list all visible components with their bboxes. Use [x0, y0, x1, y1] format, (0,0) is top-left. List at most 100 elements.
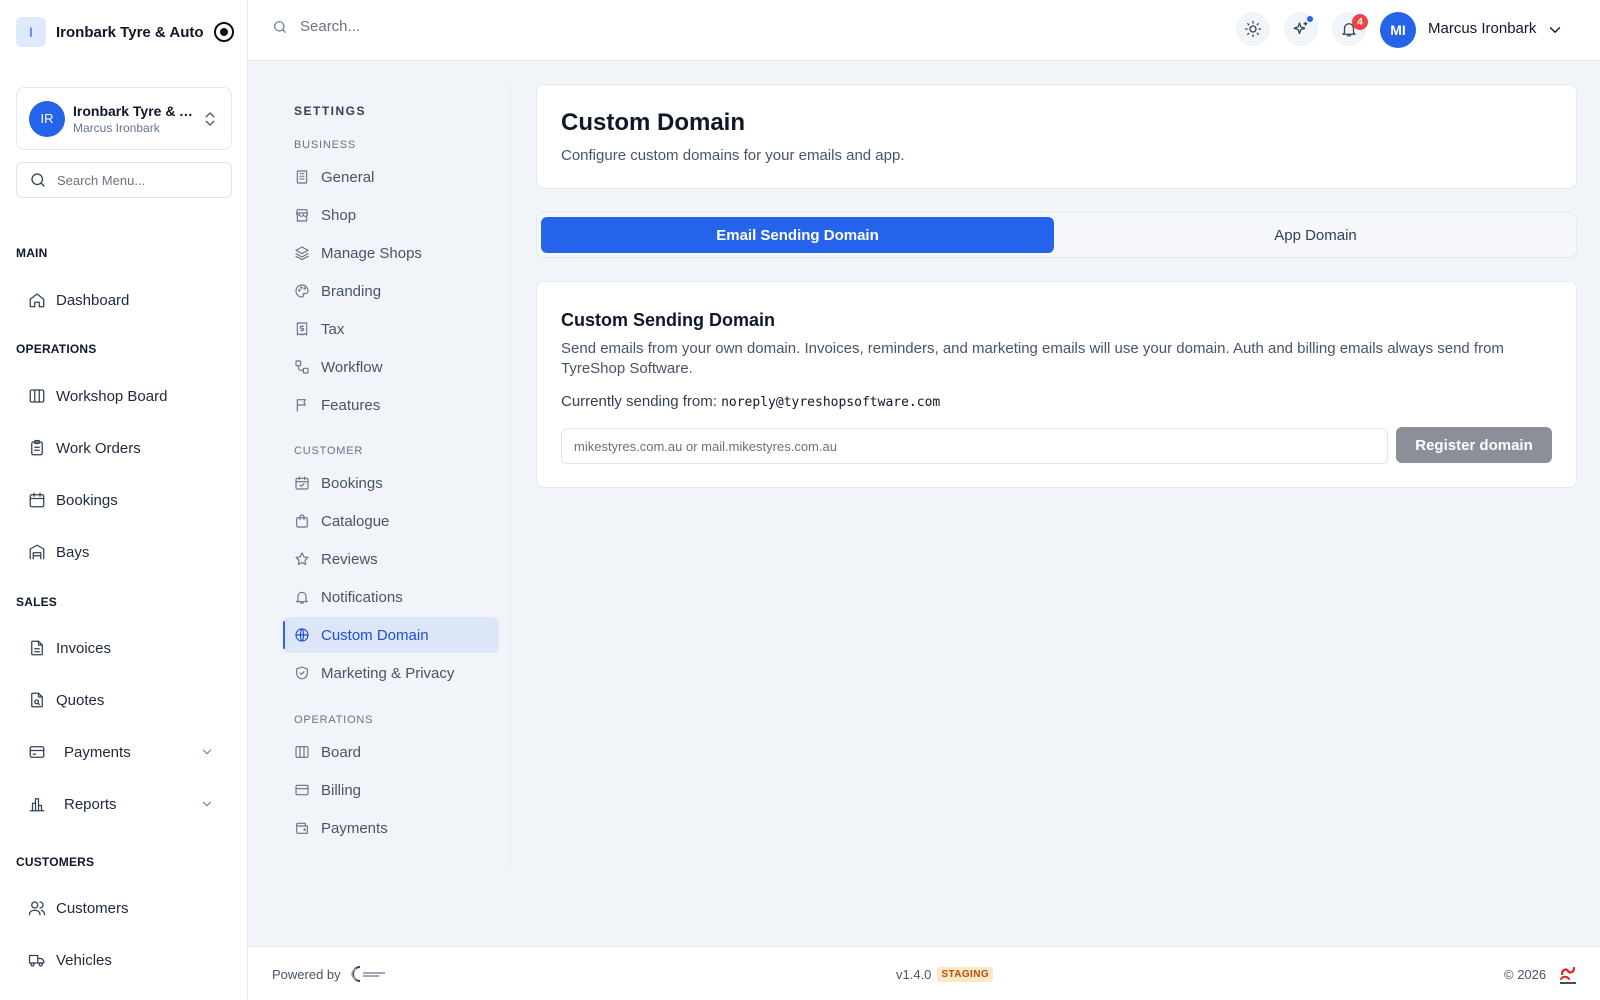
settings-nav: SETTINGS BUSINESS General Shop Manage Sh…: [283, 84, 511, 867]
sidebar-item-label: Reports: [64, 795, 117, 813]
global-search[interactable]: [272, 18, 600, 35]
sidebar-item-reports[interactable]: Reports: [28, 790, 228, 818]
settings-item-label: General: [321, 168, 375, 186]
domain-input[interactable]: [561, 428, 1388, 464]
provider-logo-icon[interactable]: [348, 963, 388, 985]
sidebar-item-label: Payments: [64, 743, 131, 761]
settings-item-general[interactable]: General: [283, 159, 499, 195]
global-search-input[interactable]: [300, 18, 600, 35]
powered-by-label: Powered by: [272, 967, 341, 982]
brand-mark-icon: [1560, 966, 1576, 984]
register-domain-button[interactable]: Register domain: [1396, 427, 1552, 463]
sidebar-toggle-icon[interactable]: [214, 22, 234, 42]
globe-icon: [295, 628, 309, 642]
settings-item-label: Manage Shops: [321, 244, 422, 262]
page-subtitle: Configure custom domains for your emails…: [561, 147, 905, 164]
settings-group-customer: CUSTOMER: [294, 445, 364, 457]
settings-item-billing[interactable]: Billing: [283, 772, 499, 808]
chevron-down-icon[interactable]: [1546, 21, 1564, 39]
settings-item-branding[interactable]: Branding: [283, 273, 499, 309]
ai-assistant-button[interactable]: [1284, 12, 1318, 46]
columns-icon: [295, 746, 309, 758]
settings-item-bookings[interactable]: Bookings: [283, 465, 499, 501]
sidebar-item-label: Invoices: [56, 639, 112, 657]
settings-item-label: Tax: [321, 320, 345, 338]
flag-icon: [296, 399, 306, 412]
settings-item-notifications[interactable]: Notifications: [283, 579, 499, 615]
settings-title: SETTINGS: [294, 104, 367, 118]
top-bar: 4 MI Marcus Ironbark: [248, 0, 1600, 61]
credit-card-icon: [295, 784, 309, 796]
tab-app-domain[interactable]: App Domain: [1058, 217, 1573, 253]
section-title: Custom Sending Domain: [561, 310, 776, 330]
app-sidebar: I Ironbark Tyre & Auto IR Ironbark Tyre …: [0, 0, 248, 1000]
settings-item-features[interactable]: Features: [283, 387, 499, 423]
sidebar-item-label: Bookings: [56, 491, 118, 509]
sidebar-item-label: Quotes: [56, 691, 105, 709]
sidebar-item-bookings[interactable]: Bookings: [28, 486, 228, 514]
sidebar-item-workshop-board[interactable]: Workshop Board: [28, 382, 228, 410]
notifications-button[interactable]: 4: [1332, 12, 1368, 46]
settings-item-label: Marketing & Privacy: [321, 664, 455, 682]
chevron-down-icon[interactable]: [200, 745, 214, 759]
menu-search[interactable]: [16, 162, 232, 198]
settings-item-label: Branding: [321, 282, 382, 300]
file-text-icon: [31, 640, 43, 656]
user-name[interactable]: Marcus Ironbark: [1428, 20, 1536, 37]
menu-search-input[interactable]: [57, 172, 207, 188]
sidebar-item-work-orders[interactable]: Work Orders: [28, 434, 228, 462]
warehouse-icon: [29, 544, 45, 560]
domain-tabs: Email Sending Domain App Domain: [536, 212, 1577, 258]
sidebar-item-quotes[interactable]: Quotes: [28, 686, 228, 714]
settings-item-shop[interactable]: Shop: [283, 197, 499, 233]
brand-logo: I: [16, 17, 46, 47]
shop-owner: Marcus Ironbark: [73, 120, 160, 135]
settings-item-custom-domain[interactable]: Custom Domain: [283, 617, 499, 653]
settings-item-board[interactable]: Board: [283, 734, 499, 770]
current-sender: Currently sending from: noreply@tyreshop…: [561, 393, 940, 410]
sidebar-item-bays[interactable]: Bays: [28, 538, 228, 566]
sidebar-item-label: Dashboard: [56, 291, 130, 309]
section-description: Send emails from your own domain. Invoic…: [561, 340, 1504, 377]
settings-item-label: Catalogue: [321, 512, 390, 530]
sidebar-item-label: Vehicles: [56, 951, 112, 969]
settings-item-label: Custom Domain: [321, 626, 429, 644]
status-dot: [1307, 16, 1313, 22]
settings-item-manage-shops[interactable]: Manage Shops: [283, 235, 499, 271]
nav-section-operations: OPERATIONS: [16, 342, 97, 356]
tab-email-sending-domain[interactable]: Email Sending Domain: [541, 217, 1054, 253]
clipboard-icon: [31, 439, 43, 456]
search-icon: [31, 173, 45, 187]
version-number: v1.4.0: [896, 967, 932, 982]
users-icon: [28, 901, 46, 916]
sidebar-item-label: Workshop Board: [56, 387, 168, 405]
settings-item-payments[interactable]: Payments: [283, 810, 499, 846]
settings-group-operations: OPERATIONS: [294, 714, 374, 726]
settings-item-workflow[interactable]: Workflow: [283, 349, 499, 385]
chevron-down-icon[interactable]: [200, 797, 214, 811]
sidebar-item-invoices[interactable]: Invoices: [28, 634, 228, 662]
settings-item-tax[interactable]: Tax: [283, 311, 499, 347]
page-title: Custom Domain: [561, 109, 746, 136]
settings-item-reviews[interactable]: Reviews: [283, 541, 499, 577]
custom-sending-domain-card: Custom Sending Domain Send emails from y…: [536, 281, 1577, 488]
theme-toggle-button[interactable]: [1236, 12, 1270, 46]
sidebar-item-customers[interactable]: Customers: [28, 894, 228, 922]
star-icon: [295, 552, 309, 566]
settings-item-catalogue[interactable]: Catalogue: [283, 503, 499, 539]
sidebar-item-vehicles[interactable]: Vehicles: [28, 946, 228, 974]
current-sender-address: noreply@tyreshopsoftware.com: [721, 395, 941, 410]
sidebar-item-dashboard[interactable]: Dashboard: [28, 286, 228, 314]
truck-icon: [28, 954, 45, 967]
file-search-icon: [31, 692, 43, 708]
settings-item-marketing-privacy[interactable]: Marketing & Privacy: [283, 655, 499, 691]
settings-item-label: Reviews: [321, 550, 378, 568]
user-avatar[interactable]: MI: [1380, 12, 1416, 48]
environment-badge: STAGING: [937, 967, 994, 982]
calendar-check-icon: [295, 476, 309, 490]
wallet-icon: [296, 822, 308, 834]
sidebar-item-payments[interactable]: Payments: [28, 738, 228, 766]
page-header-card: Custom Domain Configure custom domains f…: [536, 84, 1577, 189]
shop-switcher[interactable]: IR Ironbark Tyre & Auto Marcus Ironbark: [16, 87, 232, 150]
search-icon: [274, 20, 286, 33]
